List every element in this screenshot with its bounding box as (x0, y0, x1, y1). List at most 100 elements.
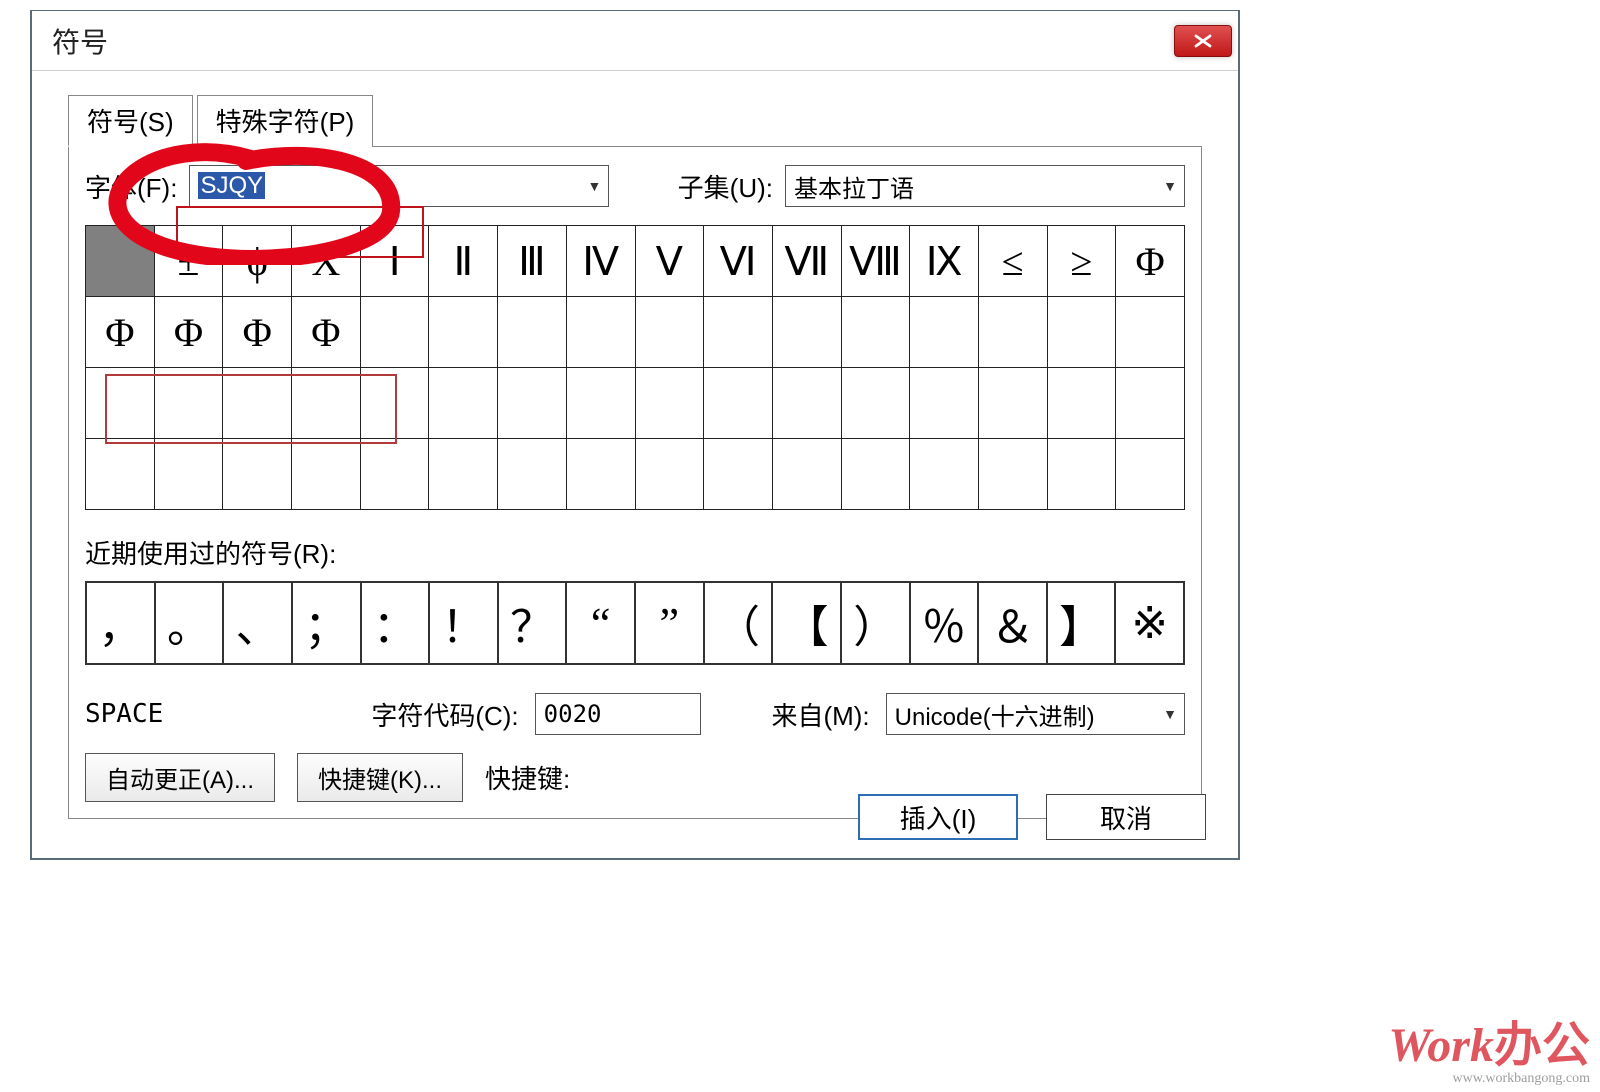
symbol-cell[interactable] (773, 297, 841, 367)
symbol-cell[interactable] (1048, 439, 1116, 509)
chevron-down-icon[interactable]: ▼ (580, 178, 608, 194)
symbol-cell[interactable]: ϕ (223, 226, 291, 296)
watermark: Work办公 www.workbangong.com (1388, 1022, 1590, 1086)
recent-symbol-cell[interactable]: ？ (499, 583, 566, 663)
symbol-cell[interactable]: Ⅶ (773, 226, 841, 296)
symbol-cell[interactable] (223, 439, 291, 509)
symbol-cell[interactable] (910, 439, 978, 509)
symbol-cell[interactable]: Ⅵ (704, 226, 772, 296)
symbol-cell[interactable] (842, 297, 910, 367)
recent-symbol-cell[interactable]: 【 (773, 583, 840, 663)
chevron-down-icon[interactable]: ▼ (1156, 706, 1184, 722)
insert-button[interactable]: 插入(I) (858, 794, 1018, 840)
shortcut-key-button[interactable]: 快捷键(K)... (297, 753, 463, 802)
tab-special-chars[interactable]: 特殊字符(P) (197, 95, 374, 147)
symbol-cell[interactable]: Ⅲ (498, 226, 566, 296)
symbol-cell[interactable] (979, 297, 1047, 367)
symbol-cell[interactable] (979, 439, 1047, 509)
symbol-cell[interactable]: Φ (292, 297, 360, 367)
symbol-cell[interactable] (567, 297, 635, 367)
symbol-cell[interactable] (979, 368, 1047, 438)
symbol-cell[interactable]: Ⅴ (636, 226, 704, 296)
symbol-cell[interactable] (223, 368, 291, 438)
symbol-cell[interactable]: ≥ (1048, 226, 1116, 296)
recent-symbol-cell[interactable]: 、 (224, 583, 291, 663)
recent-symbol-cell[interactable]: ※ (1116, 583, 1183, 663)
from-combobox[interactable]: Unicode(十六进制) ▼ (886, 693, 1185, 735)
symbol-cell[interactable] (292, 368, 360, 438)
symbol-cell[interactable]: Ⅸ (910, 226, 978, 296)
recent-symbol-cell[interactable]: ： (362, 583, 429, 663)
symbol-cell[interactable] (1116, 439, 1184, 509)
symbol-cell[interactable]: Ⅰ (361, 226, 429, 296)
symbol-cell[interactable]: Φ (223, 297, 291, 367)
symbol-cell[interactable] (86, 368, 154, 438)
symbol-cell[interactable] (155, 368, 223, 438)
symbol-cell[interactable] (429, 368, 497, 438)
symbol-cell[interactable] (842, 439, 910, 509)
recent-symbol-cell[interactable]: ！ (430, 583, 497, 663)
recent-symbol-cell[interactable]: “ (567, 583, 634, 663)
symbol-cell[interactable]: X (292, 226, 360, 296)
font-combobox[interactable]: SJQY ▼ (189, 165, 609, 207)
symbol-cell[interactable]: Φ (1116, 226, 1184, 296)
charcode-value[interactable] (536, 696, 700, 732)
symbol-cell[interactable] (429, 297, 497, 367)
symbol-cell[interactable] (773, 439, 841, 509)
symbol-cell[interactable] (1048, 297, 1116, 367)
chevron-down-icon[interactable]: ▼ (1156, 178, 1184, 194)
symbol-cell[interactable] (86, 439, 154, 509)
symbol-cell[interactable]: Ⅱ (429, 226, 497, 296)
recent-symbol-cell[interactable]: ， (87, 583, 154, 663)
symbol-cell[interactable] (704, 297, 772, 367)
recent-symbol-cell[interactable]: ＆ (979, 583, 1046, 663)
symbol-cell[interactable] (1048, 368, 1116, 438)
symbol-cell[interactable]: ± (155, 226, 223, 296)
recent-symbol-cell[interactable]: ％ (911, 583, 978, 663)
symbol-cell[interactable] (361, 368, 429, 438)
close-button[interactable] (1174, 25, 1232, 57)
symbol-cell[interactable] (910, 368, 978, 438)
symbol-cell[interactable] (498, 439, 566, 509)
symbol-cell[interactable]: ≤ (979, 226, 1047, 296)
symbol-cell[interactable] (567, 439, 635, 509)
tab-symbols[interactable]: 符号(S) (68, 95, 193, 147)
symbol-cell[interactable] (636, 297, 704, 367)
recent-symbol-cell[interactable]: ” (636, 583, 703, 663)
symbol-cell[interactable] (429, 439, 497, 509)
symbol-cell[interactable]: Ⅷ (842, 226, 910, 296)
recent-symbol-cell[interactable]: 】 (1048, 583, 1115, 663)
symbol-cell[interactable] (704, 439, 772, 509)
recent-grid: ，。、；：！？“”（【）％＆】※ (85, 581, 1185, 665)
symbol-cell[interactable] (361, 439, 429, 509)
symbol-cell[interactable]: Φ (155, 297, 223, 367)
recent-symbol-cell[interactable]: ； (293, 583, 360, 663)
symbol-cell[interactable] (155, 439, 223, 509)
symbol-cell[interactable] (498, 368, 566, 438)
recent-symbol-cell[interactable]: 。 (156, 583, 223, 663)
autocorrect-button[interactable]: 自动更正(A)... (85, 753, 275, 802)
font-label: 字体(F): (85, 168, 177, 205)
recent-symbol-cell[interactable]: （ (705, 583, 772, 663)
symbol-cell[interactable]: Ⅳ (567, 226, 635, 296)
charcode-input[interactable] (535, 693, 701, 735)
symbol-cell[interactable] (498, 297, 566, 367)
symbol-cell[interactable] (292, 439, 360, 509)
cancel-button[interactable]: 取消 (1046, 794, 1206, 840)
symbol-cell[interactable] (842, 368, 910, 438)
symbol-cell[interactable] (636, 368, 704, 438)
from-value: Unicode(十六进制) (887, 693, 1156, 736)
symbol-cell[interactable] (1116, 368, 1184, 438)
symbol-cell[interactable] (1116, 297, 1184, 367)
symbol-cell[interactable] (567, 368, 635, 438)
symbol-cell[interactable]: Φ (86, 297, 154, 367)
symbol-cell[interactable] (86, 226, 154, 296)
symbol-cell[interactable] (910, 297, 978, 367)
symbol-cell[interactable] (636, 439, 704, 509)
recent-symbol-cell[interactable]: ） (842, 583, 909, 663)
symbol-dialog: 符号 符号(S) 特殊字符(P) 字体(F): SJQY ▼ 子集( (30, 10, 1240, 860)
symbol-cell[interactable] (773, 368, 841, 438)
symbol-cell[interactable] (361, 297, 429, 367)
symbol-cell[interactable] (704, 368, 772, 438)
subset-combobox[interactable]: 基本拉丁语 ▼ (785, 165, 1185, 207)
